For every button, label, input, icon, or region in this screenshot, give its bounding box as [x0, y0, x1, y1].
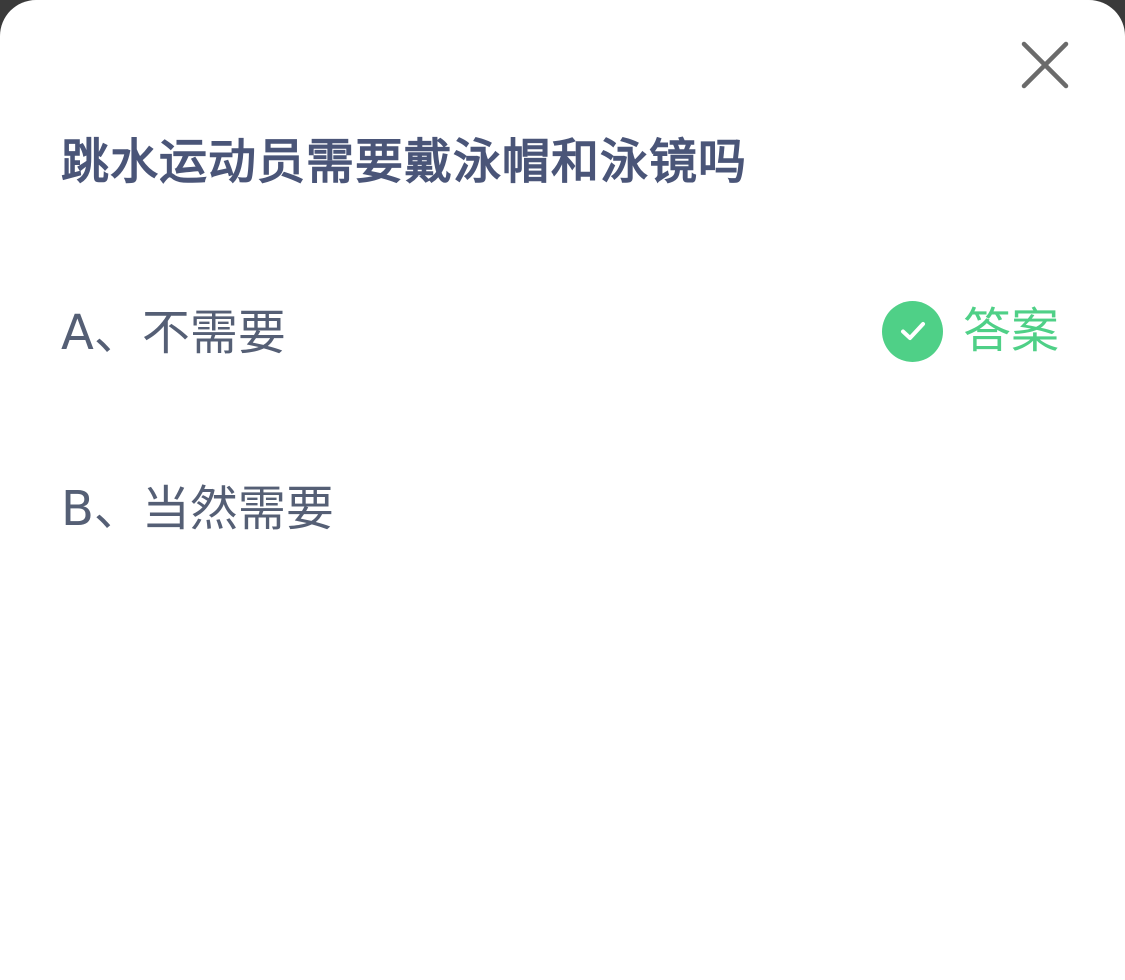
option-b[interactable]: B、当然需要 — [61, 477, 1071, 541]
answer-tag: 答案 — [882, 300, 1059, 362]
close-icon — [1021, 41, 1069, 89]
option-a-label: A、不需要 — [61, 305, 286, 361]
answer-label: 答案 — [963, 303, 1060, 359]
close-button[interactable] — [1016, 36, 1074, 94]
quiz-card: 跳水运动员需要戴泳帽和泳镜吗 A、不需要 答案 B、当然需要 — [0, 0, 1125, 980]
option-b-label: B、当然需要 — [61, 481, 334, 537]
check-icon — [882, 300, 943, 362]
question-title: 跳水运动员需要戴泳帽和泳镜吗 — [61, 134, 748, 190]
